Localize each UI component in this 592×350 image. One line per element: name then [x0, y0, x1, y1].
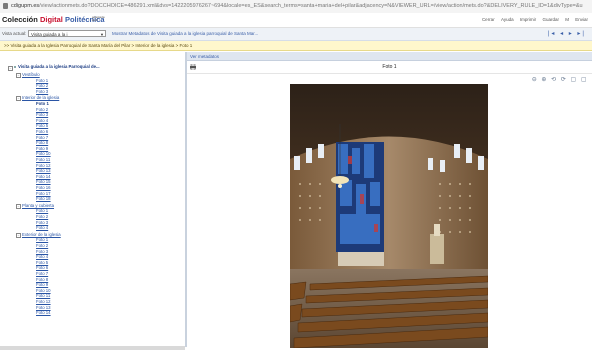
horizontal-scrollbar[interactable] [0, 346, 185, 350]
tree-item[interactable]: Foto 9 [36, 282, 48, 287]
tree-item[interactable]: Foto 14 [36, 310, 51, 315]
tree-item[interactable]: Foto 10 [36, 288, 51, 293]
tree-item[interactable]: Foto 7 [36, 135, 48, 140]
tree-item[interactable]: Foto 1 [36, 78, 48, 83]
tree-item[interactable]: Foto 13 [36, 168, 51, 173]
tree-section[interactable]: Exterior de la iglesia [22, 232, 61, 237]
send-link[interactable]: Enviar [575, 17, 588, 22]
print-link[interactable]: Imprimir [520, 17, 536, 22]
tree-item[interactable]: Foto 5 [36, 123, 48, 128]
url-text[interactable]: cdigupm.es/view/actionmets.do?DOCCHOICE=… [11, 3, 583, 9]
tree-item[interactable]: Foto 14 [36, 174, 51, 179]
page-navigation[interactable]: |◂ ◂ ▸ ▸| [548, 30, 586, 37]
current-view-label: Vista actual: [2, 31, 27, 36]
tree-section[interactable]: Planta y cubierta [22, 203, 54, 208]
tree-item[interactable]: Foto 9 [36, 146, 48, 151]
tree-item[interactable]: Foto 4 [36, 225, 48, 230]
tree-item[interactable]: Foto 2 [36, 83, 48, 88]
record-link[interactable]: Visita guiada a la iglesia parroquial de… [157, 31, 258, 36]
chevron-down-icon: ▼ [100, 32, 104, 37]
folder-icon [14, 65, 16, 68]
tree-item[interactable]: Foto 2 [36, 243, 48, 248]
collapse-icon[interactable]: − [16, 96, 21, 102]
collapse-icon[interactable]: − [16, 203, 21, 209]
tree-item[interactable]: Foto 4 [36, 118, 48, 123]
site-logo[interactable]: Colección Digital Politécnica [2, 15, 105, 24]
collapse-icon[interactable]: − [16, 73, 21, 78]
tree-item[interactable]: Foto 18 [36, 196, 51, 201]
current-view-select[interactable]: Visita guiada a la i ▼ [28, 30, 106, 37]
tree-item[interactable]: Foto 3 [36, 89, 48, 94]
tree-item[interactable]: Foto 8 [36, 277, 48, 282]
m-link[interactable]: M [565, 17, 569, 22]
tree-item[interactable]: Foto 12 [36, 163, 51, 168]
tree-item[interactable]: Foto 1 [36, 237, 48, 242]
tree-item[interactable]: Foto 2 [36, 107, 48, 112]
tree-section[interactable]: Interior de la iglesia [22, 95, 59, 100]
tree-item[interactable]: Foto 11 [36, 157, 50, 162]
tree-item[interactable]: Foto 5 [36, 260, 48, 265]
collapse-icon[interactable]: − [8, 66, 13, 71]
metadata-breadcrumb: Mostrar Metadatos de Visita guiada a la … [112, 31, 258, 36]
view-navbar: Vista actual: Visita guiada a la i ▼ Mos… [0, 28, 592, 41]
tree-item[interactable]: Foto 6 [36, 265, 48, 270]
tree-item[interactable]: Foto 11 [36, 293, 50, 298]
show-metadata-link[interactable]: Mostrar Metadatos de [112, 31, 156, 36]
image-title: Foto 1 [382, 64, 397, 70]
tree-item[interactable]: Foto 7 [36, 271, 48, 276]
zoom-rotate-toolbar[interactable]: ⊖ ⊕ ⟲ ⟳ ▢ ▢ [532, 76, 588, 83]
tree-item[interactable]: Foto 13 [36, 305, 51, 310]
help-link[interactable]: Ayuda [501, 17, 514, 22]
app-header: Colección Digital Politécnica adaptada w… [0, 13, 592, 28]
structure-tree: − Visita guiada a la iglesia Parroquial … [0, 52, 187, 347]
browser-url-bar[interactable]: cdigupm.es/view/actionmets.do?DOCCHOICE=… [0, 0, 592, 14]
tree-item[interactable]: Foto 3 [36, 112, 48, 117]
tree-item[interactable]: Foto 1 [36, 208, 48, 213]
tree-item[interactable]: Foto 16 [36, 185, 51, 190]
top-links: Cerrar Ayuda Imprimir Guardar M Enviar [477, 17, 588, 22]
tree-root[interactable]: Visita guiada a la iglesia Parroquial de… [14, 64, 100, 69]
collapse-icon[interactable]: − [16, 232, 21, 238]
tree-item[interactable]: Foto 12 [36, 299, 51, 304]
tree-item[interactable]: Foto 17 [36, 191, 51, 196]
tree-item[interactable]: Foto 8 [36, 140, 48, 145]
location-path: >> Visita guiada a la Iglesia Parroquial… [0, 41, 592, 51]
tree-item[interactable]: Foto 1 [36, 101, 49, 106]
church-interior-photo[interactable] [290, 84, 488, 348]
tree-item[interactable]: Foto 4 [36, 254, 48, 259]
tree-item[interactable]: Foto 10 [36, 151, 51, 156]
metadata-header[interactable]: Ver metadatos [187, 52, 592, 61]
tree-section[interactable]: Vestíbulo [22, 72, 40, 77]
tree-item[interactable]: Foto 3 [36, 220, 48, 225]
close-link[interactable]: Cerrar [482, 17, 495, 22]
viewer-title-bar: Foto 1 [187, 62, 592, 74]
tree-item[interactable]: Foto 15 [36, 179, 51, 184]
tree-item[interactable]: Foto 3 [36, 249, 48, 254]
tree-item[interactable]: Foto 6 [36, 129, 48, 134]
save-link[interactable]: Guardar [542, 17, 559, 22]
accessibility-icon[interactable]: adaptada web [92, 16, 105, 24]
tree-item[interactable]: Foto 2 [36, 214, 48, 219]
lock-icon [3, 3, 8, 9]
